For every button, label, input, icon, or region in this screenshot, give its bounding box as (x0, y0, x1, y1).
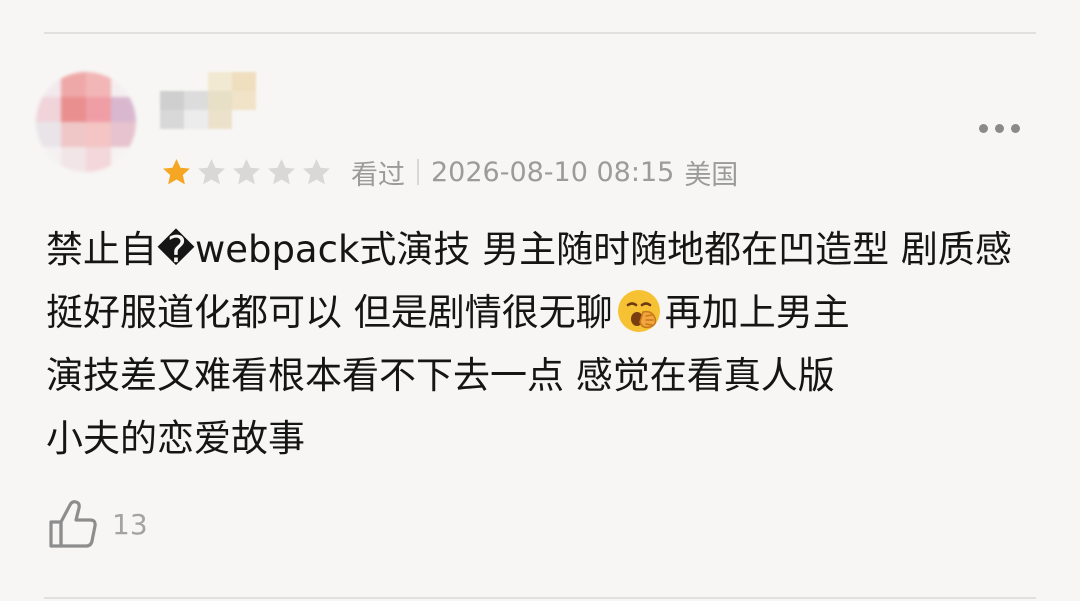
avatar[interactable] (36, 72, 136, 172)
username[interactable] (160, 72, 256, 130)
review-line: 挺好服道化都可以 但是剧情很无聊 再加上男主 (46, 281, 1041, 344)
review-datetime: 2026-08-10 08:15 (431, 156, 675, 188)
review-location: 美国 (684, 159, 739, 191)
review-fragment: 再加上男主 (664, 291, 850, 334)
star-empty-icon (268, 158, 295, 184)
review-line: 演技差又难看根本看不下去一点 感觉在看真人版 (46, 354, 835, 397)
star-empty-icon (303, 158, 330, 184)
yawning-face-icon (617, 290, 660, 332)
more-options-button[interactable] (970, 110, 1028, 146)
review-line: 小夫的恋爱故事 (46, 417, 305, 460)
star-empty-icon (233, 158, 260, 184)
review-text: 禁止自�webpack式演技 男主随时随地都在凹造型 剧质感 挺好服道化都可以 … (46, 218, 1041, 470)
more-dots-icon (1010, 123, 1020, 133)
review-meta: 看过 2026-08-10 08:15 美国 (160, 152, 738, 192)
bottom-divider (44, 597, 1036, 599)
watch-status: 看过 (351, 159, 405, 191)
more-dots-icon (978, 123, 988, 133)
star-rating (160, 156, 333, 189)
star-empty-icon (198, 158, 225, 184)
top-divider (44, 32, 1036, 34)
thumbs-up-icon (49, 500, 97, 548)
meta-separator (417, 159, 419, 185)
more-dots-icon (994, 123, 1004, 133)
review-fragment: 挺好服道化都可以 但是剧情很无聊 (46, 291, 613, 334)
review-line: 禁止自�webpack式演技 男主随时随地都在凹造型 剧质感 (46, 228, 1012, 271)
like-button[interactable]: 13 (46, 496, 148, 552)
star-filled-icon (163, 158, 190, 184)
like-count: 13 (112, 507, 148, 541)
